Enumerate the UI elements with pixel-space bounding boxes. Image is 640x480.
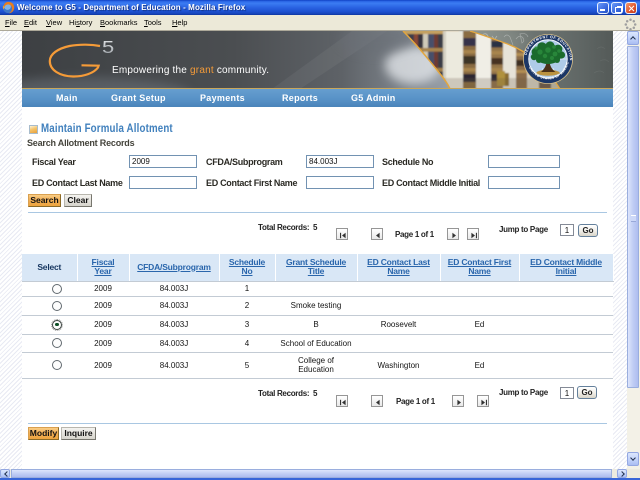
svg-text:5: 5 xyxy=(102,38,114,58)
svg-text:Empowering the grant community: Empowering the grant community. xyxy=(112,65,269,76)
